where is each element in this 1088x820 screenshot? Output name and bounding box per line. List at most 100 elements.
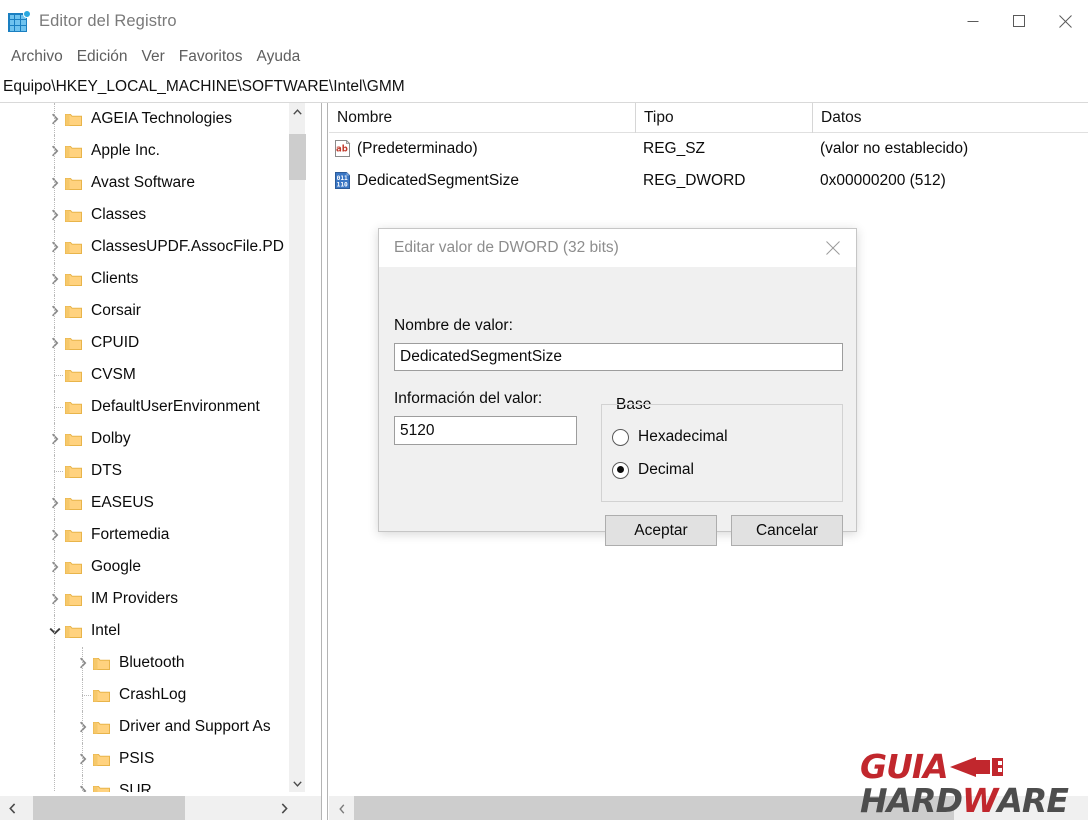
tree-node-label: Corsair [91,301,141,319]
tree-node-psis[interactable]: PSIS [0,743,297,775]
tree-guide-line [54,199,55,231]
menu-ver[interactable]: Ver [135,45,172,69]
tree-node-dts[interactable]: DTS [0,455,297,487]
minimize-button[interactable] [950,0,996,42]
tree-node-apple-inc[interactable]: Apple Inc. [0,135,297,167]
tree-node-easeus[interactable]: EASEUS [0,487,297,519]
tree-guide-line [54,583,55,615]
tree-node-clients[interactable]: Clients [0,263,297,295]
tree-scroll-up-button[interactable] [289,103,306,120]
tree-node-classes[interactable]: Classes [0,199,297,231]
chevron-right-icon[interactable] [74,775,92,792]
tree-guide-line [54,103,55,135]
value-name-cell: 011 110 DedicatedSegmentSize [329,172,635,190]
radio-hexadecimal-indicator[interactable] [612,428,629,446]
value-name-text: (Predeterminado) [357,140,478,157]
list-hscrollbar-thumb[interactable] [354,796,954,820]
cancel-button[interactable]: Cancelar [731,515,843,546]
radio-decimal-indicator[interactable] [612,461,629,479]
tree-node-label: Driver and Support As [119,717,271,735]
tree-node-driver-and-support-as[interactable]: Driver and Support As [0,711,297,743]
column-header-datos[interactable]: Datos [812,103,1088,133]
tree-node-avast-software[interactable]: Avast Software [0,167,297,199]
list-scroll-left-button[interactable] [329,796,354,820]
value-name-input[interactable] [394,343,843,371]
value-data-input[interactable] [394,416,577,445]
tree-horizontal-scrollbar[interactable] [0,795,321,820]
list-horizontal-scrollbar[interactable] [329,795,1088,820]
chevron-right-icon[interactable] [46,103,64,135]
chevron-right-icon[interactable] [74,743,92,775]
chevron-right-icon[interactable] [46,135,64,167]
chevron-right-icon[interactable] [46,295,64,327]
chevron-right-icon[interactable] [74,647,92,679]
maximize-button[interactable] [996,0,1042,42]
address-path[interactable]: Equipo\HKEY_LOCAL_MACHINE\SOFTWARE\Intel… [0,78,405,96]
tree-guide-line [54,487,55,519]
tree-scroll-right-button[interactable] [272,796,297,820]
tree-node-google[interactable]: Google [0,551,297,583]
tree-node-cpuid[interactable]: CPUID [0,327,297,359]
menu-archivo[interactable]: Archivo [4,45,70,69]
tree-node-classesupdf-assocfile-pd[interactable]: ClassesUPDF.AssocFile.PD [0,231,297,263]
column-header-tipo[interactable]: Tipo [635,103,812,133]
chevron-right-icon[interactable] [46,583,64,615]
tree-guide-line [54,551,55,583]
tree-scroll-down-button[interactable] [289,775,306,792]
column-header-nombre[interactable]: Nombre [329,103,635,133]
tree-node-dolby[interactable]: Dolby [0,423,297,455]
value-type-cell: REG_DWORD [643,172,746,189]
tree-scrollbar-thumb[interactable] [289,134,306,180]
chevron-right-icon[interactable] [46,487,64,519]
tree-node-label: Classes [91,205,147,223]
address-bar[interactable]: Equipo\HKEY_LOCAL_MACHINE\SOFTWARE\Intel… [0,71,1088,103]
dialog-close-button[interactable] [810,229,856,267]
tree-node-label: AGEIA Technologies [91,109,233,127]
chevron-right-icon[interactable] [46,551,64,583]
chevron-right-icon[interactable] [46,199,64,231]
tree-guide-line [82,647,83,679]
chevron-right-icon[interactable] [46,231,64,263]
accept-button[interactable]: Aceptar [605,515,717,546]
tree-node-sur[interactable]: SUR [0,775,297,792]
chevron-right-icon[interactable] [46,167,64,199]
close-button[interactable] [1042,0,1088,42]
tree-guide-line [54,615,55,647]
chevron-right-icon[interactable] [74,711,92,743]
radio-decimal[interactable]: Decimal [612,461,694,479]
tree-vertical-scrollbar[interactable] [288,103,306,792]
tree-hscrollbar-thumb[interactable] [33,796,185,820]
radio-hexadecimal[interactable]: Hexadecimal [612,428,728,446]
menu-favoritos[interactable]: Favoritos [172,45,250,69]
tree-node-im-providers[interactable]: IM Providers [0,583,297,615]
tree-node-fortemedia[interactable]: Fortemedia [0,519,297,551]
tree-node-label: Fortemedia [91,525,170,543]
tree-node-corsair[interactable]: Corsair [0,295,297,327]
registry-tree[interactable]: AGEIA Technologies Apple Inc. Avast Softwa… [0,103,297,792]
tree-scroll-left-button[interactable] [0,796,25,820]
chevron-down-icon[interactable] [46,615,64,647]
window-titlebar: Editor del Registro [0,0,1088,42]
tree-node-intel[interactable]: Intel [0,615,297,647]
menu-edicion[interactable]: Edición [70,45,135,69]
tree-node-crashlog[interactable]: CrashLog [0,679,297,711]
tree-node-ageia-technologies[interactable]: AGEIA Technologies [0,103,297,135]
folder-icon [64,135,82,167]
value-row[interactable]: 011 110 DedicatedSegmentSize REG_DWORD 0x000… [329,165,1088,197]
menu-ayuda[interactable]: Ayuda [250,45,308,69]
folder-icon [64,199,82,231]
chevron-right-icon[interactable] [46,423,64,455]
dialog-body: Nombre de valor: Información del valor: … [379,267,856,546]
chevron-right-icon[interactable] [46,263,64,295]
pane-splitter[interactable] [321,103,328,820]
tree-node-cvsm[interactable]: CVSM [0,359,297,391]
value-row[interactable]: ab (Predeterminado) REG_SZ (valor no establ… [329,133,1088,165]
tree-node-bluetooth[interactable]: Bluetooth [0,647,297,679]
tree-guide-line [54,679,55,711]
chevron-right-icon[interactable] [46,327,64,359]
tree-node-defaultuserenvironment[interactable]: DefaultUserEnvironment [0,391,297,423]
chevron-right-icon[interactable] [46,519,64,551]
tree-node-label: CrashLog [119,685,187,703]
value-name-cell: ab (Predeterminado) [329,140,635,158]
tree-node-label: Google [91,557,141,575]
